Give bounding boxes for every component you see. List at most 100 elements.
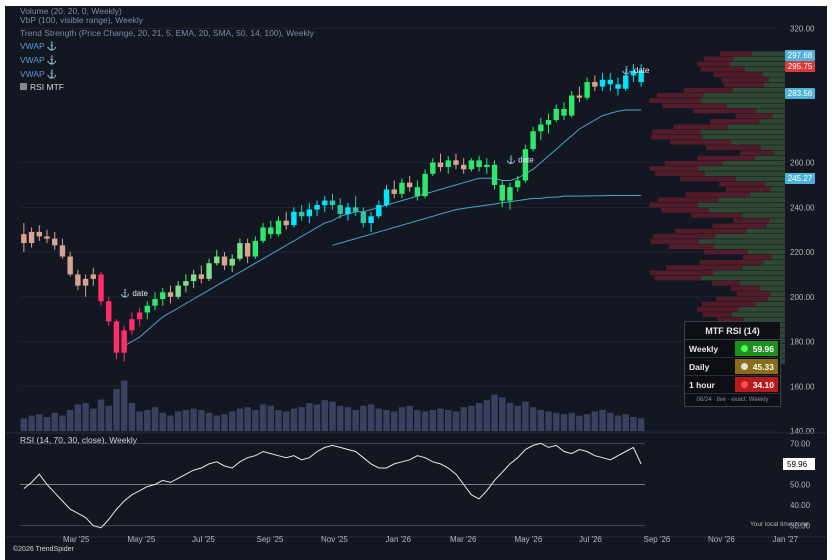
candle-body xyxy=(545,120,552,125)
volume-bar xyxy=(329,401,336,431)
vbp-bar-buy xyxy=(718,197,785,203)
time-tick-label: Mar '25 xyxy=(63,535,90,544)
volume-bar xyxy=(244,407,251,431)
timezone-label[interactable]: Your local time zone xyxy=(750,521,808,528)
vbp-bar-buy xyxy=(732,87,785,93)
vbp-bar-sell xyxy=(697,155,755,161)
candle-body xyxy=(214,256,220,264)
volume-bar xyxy=(499,397,506,431)
volume-bar xyxy=(336,405,344,431)
vbp-bar-buy xyxy=(698,166,785,171)
vbp-bar-buy xyxy=(742,265,785,270)
candle-body xyxy=(422,173,428,197)
vbp-bar-sell xyxy=(699,260,764,265)
vbp-bar-sell xyxy=(723,82,765,88)
candle-body xyxy=(244,243,251,257)
vbp-bar-sell xyxy=(649,166,699,171)
volume-bar xyxy=(630,417,637,431)
volume-bar xyxy=(607,412,614,431)
volume-bar xyxy=(367,404,375,431)
vbp-bar-sell xyxy=(649,270,714,276)
vbp-bar-buy xyxy=(754,155,785,161)
candle-body xyxy=(221,256,228,266)
volume-bar xyxy=(560,414,568,431)
volume-bar xyxy=(514,405,521,431)
vbp-bar-sell xyxy=(651,134,703,140)
volume-bar xyxy=(468,405,475,431)
legend-vwap-1[interactable]: VWAP ⚓ xyxy=(20,41,58,52)
rsi-current-tag: 59.96 xyxy=(787,460,808,469)
candle-body xyxy=(576,95,583,98)
candle-body xyxy=(160,292,166,300)
chart-frame: 320.00 260.00 240.00 220.00 200.00 180.00 160.… xyxy=(5,6,827,560)
volume-bar xyxy=(205,412,213,431)
mtf-rsi-value-box: 45.33 xyxy=(735,359,778,374)
vbp-bar-sell xyxy=(668,244,714,250)
vbp-bar-sell xyxy=(704,56,734,62)
vbp-bar-buy xyxy=(738,307,785,312)
vbp-bar-buy xyxy=(700,98,785,103)
candle-body xyxy=(298,211,305,217)
volume-bar xyxy=(228,411,236,431)
volume-bar xyxy=(321,400,329,431)
vbp-bar-buy xyxy=(697,202,785,208)
candle-body xyxy=(391,189,397,194)
candle-body xyxy=(67,256,73,275)
legend-rsi-mtf-label: RSI MTF xyxy=(30,82,64,92)
mtf-rsi-footer: 08/24 · live · exact: Weekly xyxy=(696,397,769,403)
candle-body xyxy=(568,95,575,116)
rsi-line xyxy=(23,442,642,529)
candle-body xyxy=(376,205,382,217)
vbp-bar-buy xyxy=(770,187,785,192)
vbp-bar-sell xyxy=(649,202,698,208)
legend-vwap-3[interactable]: VWAP ⚓ xyxy=(20,69,58,80)
vbp-bar-buy xyxy=(762,72,785,77)
vbp-bar-sell xyxy=(657,197,719,203)
vbp-bar-buy xyxy=(733,56,785,62)
vbp-bar-buy xyxy=(726,103,785,109)
vbp-bar-buy xyxy=(763,260,785,265)
legend-vwap-2[interactable]: VWAP ⚓ xyxy=(20,55,58,66)
candle-body xyxy=(345,207,351,215)
vbp-bar-sell xyxy=(675,228,747,234)
vbp-bar-sell xyxy=(697,307,739,312)
volume-bar xyxy=(414,410,421,431)
anchor-label: ⚓ date xyxy=(622,65,650,75)
candle-body xyxy=(538,124,544,132)
volume-bar xyxy=(59,415,66,431)
mtf-rsi-label: 1 hour xyxy=(689,379,715,390)
time-tick-label: Nov '25 xyxy=(321,535,348,544)
vbp-bar-buy xyxy=(770,291,785,297)
candle-body xyxy=(499,184,505,201)
volume-bar xyxy=(82,403,89,431)
mtf-rsi-value-box: 34.10 xyxy=(735,377,778,392)
candle-body xyxy=(237,243,243,259)
vbp-bar-sell xyxy=(735,113,773,119)
vbp-bar-buy xyxy=(708,207,785,213)
status-dot-icon xyxy=(740,363,748,370)
candle-body xyxy=(59,245,66,257)
time-tick-label: Jul '25 xyxy=(192,535,215,544)
vbp-bar-buy xyxy=(750,192,785,197)
vbp-bar-sell xyxy=(703,249,748,255)
vbp-bar-sell xyxy=(712,223,767,229)
volume-bar xyxy=(252,410,259,431)
price-tag-vwap2: 245.27 xyxy=(785,173,815,184)
vbp-bar-buy xyxy=(760,145,785,150)
volume-bar xyxy=(290,408,298,431)
candle-body xyxy=(167,292,174,297)
vbp-bar-sell xyxy=(713,72,763,77)
candle-body xyxy=(414,187,421,197)
volume-bar xyxy=(151,407,159,431)
candle-body xyxy=(152,299,158,306)
legend-vbp: VbP (100, visible range), Weekly xyxy=(20,15,143,25)
vbp-bar-sell xyxy=(670,140,732,145)
volume-bar xyxy=(36,414,43,431)
vbp-bar-sell xyxy=(656,93,704,98)
legend-rsi-mtf[interactable]: RSI MTF xyxy=(20,82,64,92)
candle-body xyxy=(44,236,50,239)
vbp-bar-sell xyxy=(721,77,770,83)
copyright: ©2026 TrendSpider xyxy=(13,546,74,553)
vbp-bar-buy xyxy=(764,181,785,187)
vbp-bar-buy xyxy=(769,77,785,83)
